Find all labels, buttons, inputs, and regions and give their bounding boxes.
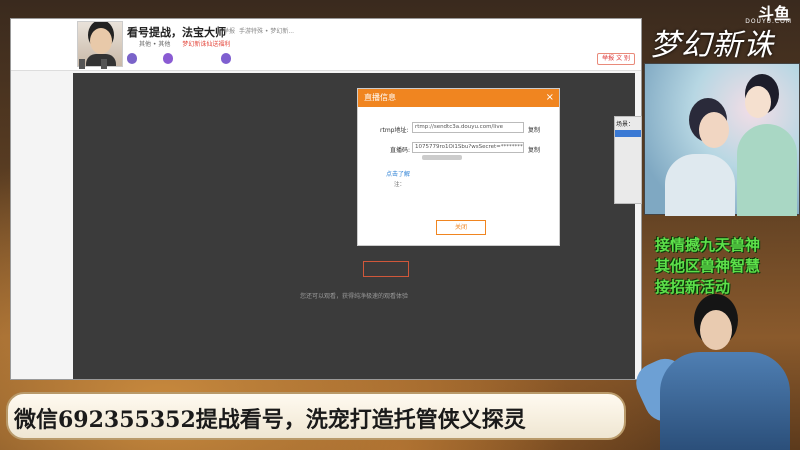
dialog-title: 直播信息 [364, 93, 396, 102]
artwork-figure-1 [665, 154, 735, 216]
artwork-face-2 [745, 86, 771, 118]
room-info-row: 其他 • 其他 梦幻新诛仙送福利 [127, 39, 242, 48]
warning-text: 点击了解 [386, 169, 410, 178]
stream-info-dialog: 直播信息 × rtmp地址: rtmp://sendtc3a.douyu.com… [357, 88, 560, 246]
avatar-tab-2[interactable] [101, 59, 107, 69]
room-pill-3[interactable] [221, 53, 231, 64]
room-pill-1[interactable] [127, 53, 137, 64]
notes-title: 注： [394, 182, 406, 188]
dialog-close-button[interactable]: 关闭 [436, 220, 486, 235]
scene-panel: 场景： [614, 116, 642, 204]
learn-more-link[interactable]: 点击了解 [386, 171, 410, 178]
game-artwork [644, 63, 800, 216]
artwork-figure-2 [737, 124, 797, 216]
dialog-notes: 注： [394, 181, 554, 189]
room-category[interactable]: 其他 • 其他 [139, 39, 170, 48]
copy-rtmp-button[interactable]: 复制 [528, 125, 540, 134]
artwork-face-1 [699, 112, 729, 148]
room-pill-2[interactable] [163, 53, 173, 64]
dialog-header: 直播信息 × [358, 89, 559, 107]
character-body [660, 352, 790, 450]
character-illustration [629, 290, 800, 450]
contact-banner-text: 微信692355352提战看号，洗宠打造托管侠义探灵 [14, 407, 526, 433]
client-tip-suffix: 观看，获得纯净极速的观看体验 [324, 293, 409, 300]
client-tip: 您还可以观看，获得纯净极速的观看体验 [73, 291, 635, 300]
stream-code-field[interactable]: 1075779ro1Oi1Sbu?wsSecret=******** [412, 142, 524, 153]
room-title: 看号提战，法宝大师 [127, 26, 226, 39]
room-header: 看号提战，法宝大师 举报 手游特殊 • 梦幻新... 其他 • 其他 梦幻新诛仙… [11, 19, 641, 71]
promo-text: 接情撼九天兽神 其他区兽神智慧 接招新活动 [655, 235, 760, 298]
rtmp-label: rtmp地址: [380, 127, 409, 134]
platform-domain: DOUYU.COM [745, 18, 792, 25]
title-meta: 手游特殊 • 梦幻新... [239, 28, 295, 35]
promo-line-1: 接情撼九天兽神 [655, 236, 761, 254]
stream-code-scrollbar[interactable] [422, 155, 462, 160]
room-notice: 梦幻新诛仙送福利 [182, 41, 231, 48]
stream-code-label: 直播码: [390, 147, 411, 154]
scene-item-selected[interactable] [615, 130, 641, 137]
avatar-tab-1[interactable] [79, 59, 85, 69]
rtmp-address-field[interactable]: rtmp://sendtc3a.douyu.com/live [412, 122, 524, 133]
copy-code-button[interactable]: 复制 [528, 145, 540, 154]
client-tip-prefix: 您还可以 [299, 293, 324, 300]
close-icon[interactable]: × [546, 89, 554, 107]
reload-button[interactable] [363, 261, 409, 277]
scene-label: 场景： [616, 121, 635, 128]
promo-line-2: 其他区兽神智慧 [655, 257, 761, 275]
character-head [700, 310, 732, 350]
title-tag[interactable]: 举报 [223, 26, 235, 35]
report-button[interactable]: 举报 文 别 [597, 53, 635, 65]
